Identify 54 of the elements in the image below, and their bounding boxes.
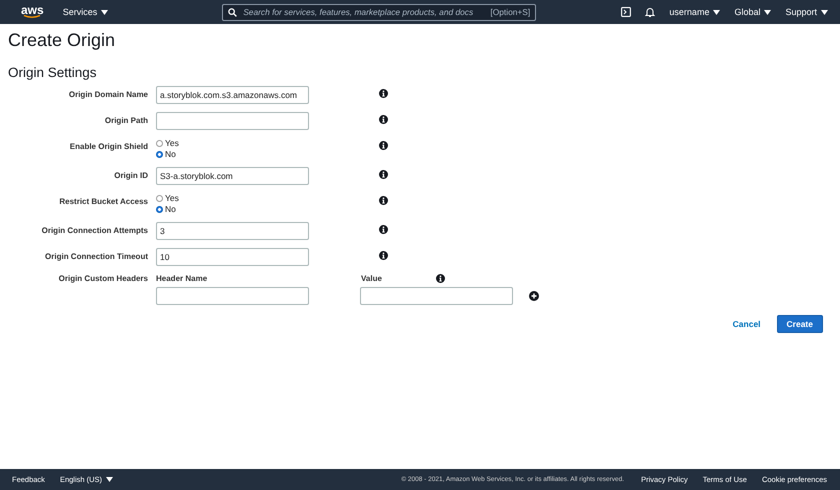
search-icon — [228, 8, 238, 16]
radio-button[interactable] — [156, 206, 163, 212]
caret-icon — [101, 10, 108, 14]
cancel-button[interactable]: Cancel — [726, 318, 767, 330]
info-icon[interactable] — [379, 115, 388, 124]
field-label: Enable Origin Shield — [68, 141, 148, 151]
search-field[interactable]: Search for services, features, marketplace products, and docs [Option+S] — [222, 4, 536, 20]
radio-button[interactable] — [156, 150, 163, 158]
header-name-field[interactable] — [156, 287, 309, 305]
radio-option[interactable]: Yes — [156, 138, 309, 148]
header-value-field[interactable] — [360, 287, 513, 305]
section-title: Origin Settings — [8, 65, 98, 80]
create-button[interactable]: Create — [776, 315, 823, 333]
field-label: Origin ID — [113, 170, 148, 180]
field-label: Origin Custom Headers — [58, 274, 148, 283]
field-label: Origin Path — [104, 115, 148, 125]
shortcut-hint: [Option+S] — [490, 7, 530, 17]
info-icon[interactable] — [379, 225, 388, 234]
caret-icon — [713, 10, 720, 14]
info-icon[interactable] — [379, 196, 388, 205]
field-label: Restrict Bucket Access — [58, 196, 148, 206]
radio-option[interactable]: No — [156, 204, 309, 214]
user-menu[interactable]: username — [669, 7, 720, 17]
text-field[interactable]: S3-a.storyblok.com — [156, 167, 309, 185]
field-label: Origin Connection Attempts — [40, 225, 148, 235]
radio-option[interactable]: Yes — [156, 193, 309, 203]
column-heading: Header Name — [156, 274, 208, 283]
region-menu[interactable]: Global — [734, 7, 772, 17]
info-icon[interactable] — [379, 170, 388, 179]
text-field[interactable]: a.storyblok.com.s3.amazonaws.com — [156, 86, 309, 104]
field-label: Origin Connection Timeout — [44, 251, 148, 261]
text-field[interactable] — [156, 112, 309, 130]
text-field[interactable]: 10 — [156, 248, 309, 266]
search-placeholder: Search for services, features, marketplace products, and docs — [243, 7, 474, 17]
aws-logo[interactable]: aws — [21, 5, 44, 19]
field-label: Origin Domain Name — [68, 89, 148, 99]
info-icon[interactable] — [379, 141, 388, 150]
radio-button[interactable] — [156, 194, 163, 202]
bell-icon[interactable] — [645, 6, 656, 18]
caret-icon — [764, 10, 772, 14]
info-icon[interactable] — [436, 274, 445, 283]
caret-icon — [106, 477, 114, 482]
radio-button[interactable] — [156, 140, 163, 146]
column-heading: Value — [361, 274, 382, 283]
add-icon[interactable] — [529, 291, 539, 301]
text-field[interactable]: 3 — [156, 222, 309, 240]
info-icon[interactable] — [379, 89, 388, 98]
services-menu[interactable]: Services — [62, 7, 108, 17]
terminal-icon[interactable] — [621, 7, 632, 17]
caret-icon — [821, 10, 828, 14]
support-menu[interactable]: Support — [785, 7, 828, 17]
radio-option[interactable]: No — [156, 149, 309, 159]
info-icon[interactable] — [379, 251, 388, 260]
page-title: Create Origin — [8, 30, 116, 51]
